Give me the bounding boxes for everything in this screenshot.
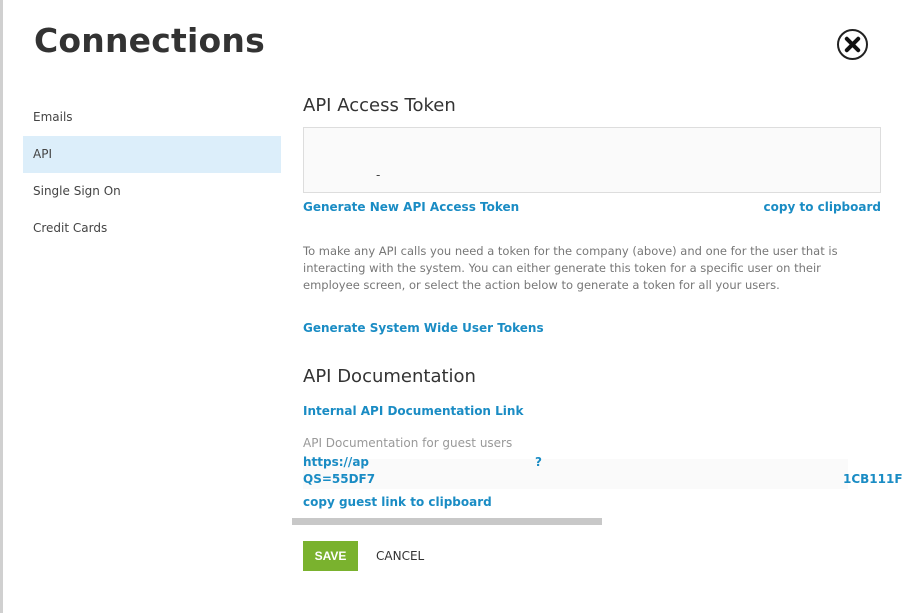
sidebar-item-label: API (33, 147, 52, 161)
sidebar-item-single-sign-on[interactable]: Single Sign On (23, 173, 281, 210)
guest-url-line2-tail[interactable]: 1CB111FD (843, 472, 902, 486)
copy-token-link[interactable]: copy to clipboard (764, 200, 881, 214)
api-token-description: To make any API calls you need a token f… (303, 244, 838, 292)
sidebar-item-label: Emails (33, 110, 73, 124)
api-token-value: - (376, 168, 381, 182)
generate-system-tokens-link[interactable]: Generate System Wide User Tokens (303, 321, 544, 335)
generate-token-link[interactable]: Generate New API Access Token (303, 200, 519, 214)
internal-docs-link[interactable]: Internal API Documentation Link (303, 404, 523, 418)
guest-url-line1[interactable]: https://ap (303, 455, 369, 469)
sidebar-item-emails[interactable]: Emails (23, 99, 281, 136)
redacted-area (303, 459, 848, 489)
guest-url-line2[interactable]: QS=55DF7 (303, 472, 375, 486)
sidebar-nav: Emails API Single Sign On Credit Cards (23, 99, 281, 247)
sidebar-item-api[interactable]: API (23, 136, 281, 173)
close-icon (844, 36, 861, 53)
guest-docs-label: API Documentation for guest users (303, 436, 513, 450)
guest-url-line1-tail[interactable]: ? (535, 455, 542, 469)
save-button[interactable]: SAVE (303, 541, 358, 571)
sidebar-item-label: Single Sign On (33, 184, 121, 198)
api-token-field[interactable]: - (303, 127, 881, 193)
copy-guest-link[interactable]: copy guest link to clipboard (303, 495, 492, 509)
api-docs-heading: API Documentation (303, 366, 476, 387)
sidebar-item-credit-cards[interactable]: Credit Cards (23, 210, 281, 247)
sidebar-item-label: Credit Cards (33, 221, 108, 235)
api-token-heading: API Access Token (303, 95, 456, 116)
window-left-border (0, 0, 3, 613)
horizontal-scrollbar[interactable] (292, 518, 602, 525)
cancel-button[interactable]: CANCEL (376, 541, 424, 571)
close-button[interactable] (837, 29, 868, 60)
page-title: Connections (34, 21, 265, 60)
